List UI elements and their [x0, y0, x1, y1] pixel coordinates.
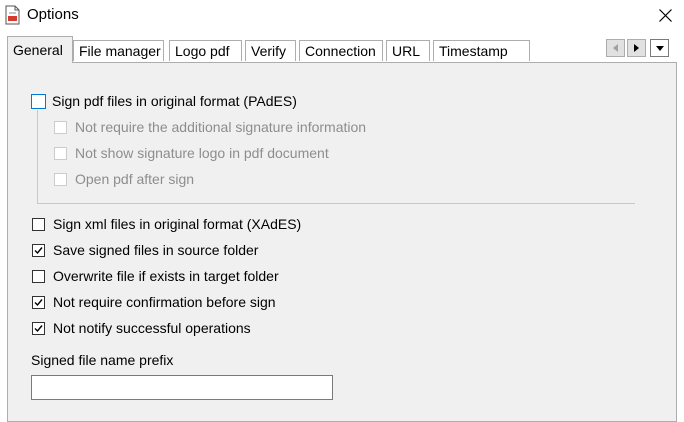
window-title: Options — [27, 6, 79, 23]
pades-checkbox[interactable] — [31, 93, 46, 109]
xades-checkbox[interactable] — [32, 217, 45, 231]
open-pdf-after-sign-option[interactable]: Open pdf after sign — [54, 170, 194, 188]
save-source-folder-label: Save signed files in source folder — [53, 242, 259, 258]
tab-label: URL — [392, 43, 421, 59]
check-icon — [34, 298, 43, 306]
close-icon — [658, 8, 672, 22]
triangle-left-icon — [612, 44, 618, 52]
not-show-logo-label: Not show signature logo in pdf document — [75, 145, 329, 161]
tab-connection[interactable]: Connection — [299, 40, 383, 61]
overwrite-file-option[interactable]: Overwrite file if exists in target folde… — [32, 267, 279, 285]
tab-verify[interactable]: Verify — [245, 40, 296, 61]
title-bar: Options — [0, 0, 684, 30]
xades-option[interactable]: Sign xml files in original format (XAdES… — [32, 215, 301, 233]
tab-timestamp[interactable]: Timestamp — [433, 40, 530, 61]
tab-general[interactable]: General — [7, 36, 73, 63]
open-pdf-after-sign-label: Open pdf after sign — [75, 171, 195, 187]
open-pdf-after-sign-checkbox[interactable] — [54, 172, 67, 186]
not-require-signature-info-checkbox[interactable] — [54, 120, 67, 134]
tab-strip: General File manager Logo pdf Verify Con… — [0, 36, 684, 63]
no-confirmation-label: Not require confirmation before sign — [53, 294, 276, 310]
not-require-signature-info-option[interactable]: Not require the additional signature inf… — [54, 118, 366, 136]
tab-scroll-right-button[interactable] — [627, 39, 646, 57]
tab-label: General — [13, 42, 63, 58]
not-require-signature-info-label: Not require the additional signature inf… — [75, 119, 367, 135]
no-notify-option[interactable]: Not notify successful operations — [32, 319, 251, 337]
xades-label: Sign xml files in original format (XAdES… — [53, 216, 302, 232]
tab-label: Timestamp — [439, 43, 508, 59]
overwrite-file-label: Overwrite file if exists in target folde… — [53, 268, 279, 284]
no-notify-label: Not notify successful operations — [53, 320, 251, 336]
pades-label: Sign pdf files in original format (PAdES… — [52, 93, 297, 109]
check-icon — [34, 324, 43, 332]
tab-file-manager[interactable]: File manager — [73, 40, 164, 61]
pdf-document-icon — [4, 5, 22, 25]
close-button[interactable] — [646, 0, 684, 30]
check-icon — [34, 246, 43, 254]
tab-logo-pdf[interactable]: Logo pdf — [169, 40, 242, 61]
no-confirmation-checkbox[interactable] — [32, 295, 45, 309]
group-divider-horizontal — [37, 203, 635, 204]
tab-label: Verify — [251, 43, 287, 59]
prefix-label: Signed file name prefix — [31, 352, 174, 368]
chevron-down-icon — [655, 45, 664, 51]
prefix-input[interactable] — [31, 375, 333, 400]
save-source-folder-option[interactable]: Save signed files in source folder — [32, 241, 258, 259]
tab-menu-button[interactable] — [650, 39, 669, 57]
save-source-folder-checkbox[interactable] — [32, 243, 45, 257]
pades-option[interactable]: Sign pdf files in original format (PAdES… — [31, 92, 297, 110]
group-divider-vertical — [37, 110, 38, 204]
tab-label: Logo pdf — [175, 43, 230, 59]
tab-url[interactable]: URL — [386, 40, 430, 61]
not-show-logo-checkbox[interactable] — [54, 146, 67, 160]
tab-label: File manager — [79, 43, 161, 59]
no-confirmation-option[interactable]: Not require confirmation before sign — [32, 293, 276, 311]
tab-label: Connection — [305, 43, 376, 59]
tab-scroll-left-button[interactable] — [606, 39, 625, 57]
triangle-right-icon — [633, 44, 639, 52]
no-notify-checkbox[interactable] — [32, 321, 45, 335]
overwrite-file-checkbox[interactable] — [32, 269, 45, 283]
not-show-logo-option[interactable]: Not show signature logo in pdf document — [54, 144, 329, 162]
